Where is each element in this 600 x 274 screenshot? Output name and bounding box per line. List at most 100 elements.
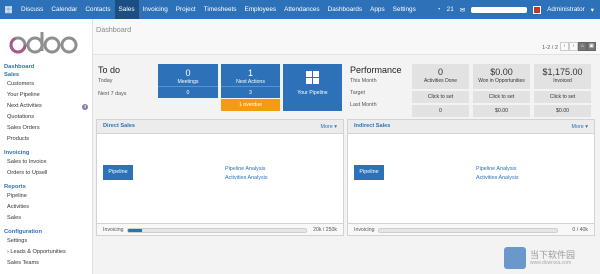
todo-next7-label: Next 7 days [98, 91, 127, 97]
nav-attendances[interactable]: Attendances [280, 0, 324, 19]
activities-last-month: 0 [412, 105, 469, 117]
nav-invoicing[interactable]: Invoicing [139, 0, 172, 19]
sidebar-item-leads-opportunities[interactable]: › Leads & Opportunities [0, 247, 92, 258]
main-content: Dashboard 1-2 / 2 ‹ › ⌂ ▣ To do Today Ne… [92, 19, 600, 274]
sidebar-sales-head: Sales [4, 72, 20, 78]
home-icon[interactable]: ⌂ [578, 42, 587, 51]
panel-title[interactable]: Indirect Sales [354, 123, 390, 129]
won-tile: $0.00 Won in Opportunities [473, 64, 530, 89]
sidebar-item-quotations[interactable]: Quotations [0, 112, 92, 123]
todo-today-label: Today [98, 78, 113, 84]
nav-sales[interactable]: Sales [114, 0, 139, 19]
sidebar-item-sales-orders[interactable]: Sales Orders [0, 123, 92, 134]
sidebar-item-settings[interactable]: Settings [0, 236, 92, 247]
invoicing-progress-bar [127, 228, 307, 233]
chat-icon[interactable]: ✉ [460, 6, 465, 14]
todo-section: To do Today Next 7 days [98, 65, 153, 97]
sidebar-item-activities[interactable]: Activities [0, 202, 92, 213]
meetings-next7[interactable]: 0 [158, 86, 218, 98]
sidebar-item-customers[interactable]: Customers [0, 79, 92, 90]
search-bar[interactable] [471, 6, 528, 13]
nav-contacts[interactable]: Contacts [81, 0, 114, 19]
count-badge: 3 [82, 103, 88, 110]
nav-discuss[interactable]: Discuss [17, 0, 47, 19]
clock-icon[interactable]: ◔ [437, 6, 441, 13]
sidebar-item-orders-to-upsell[interactable]: Orders to Upsell [0, 168, 92, 179]
invoicing-label: Invoicing [103, 227, 124, 233]
sidebar-reports-head: Reports [4, 184, 26, 190]
more-dropdown[interactable]: More ▾ [572, 124, 589, 130]
target-label: Target [350, 90, 365, 96]
last-month-label: Last Month [350, 102, 377, 108]
sidebar-dashboard[interactable]: Dashboard [0, 63, 92, 71]
sidebar-item-sales-teams[interactable]: Sales Teams [0, 258, 92, 269]
nav-employees[interactable]: Employees [240, 0, 280, 19]
performance-title: Performance [350, 65, 402, 75]
page-title: Dashboard [96, 25, 132, 34]
watermark: 当下软件园 www.downxia.com [504, 247, 596, 269]
more-dropdown[interactable]: More ▾ [321, 124, 338, 130]
panel-title[interactable]: Direct Sales [103, 123, 135, 129]
grid-menu-icon[interactable]: ▦ [0, 0, 17, 19]
sidebar-item-sales-to-invoice[interactable]: Sales to Invoice [0, 157, 92, 168]
next-actions-next7[interactable]: 3 [221, 86, 280, 98]
activities-target-button[interactable]: Click to set [412, 91, 469, 103]
control-panel: Dashboard 1-2 / 2 ‹ › ⌂ ▣ [93, 19, 600, 55]
nav-settings[interactable]: Settings [389, 0, 420, 19]
invoiced-label: Invoiced [553, 78, 572, 84]
dashboard-grid-icon [306, 71, 319, 84]
won-last-month: $0.00 [473, 105, 530, 117]
invoiced-tile: $1,175.00 Invoiced [534, 64, 591, 89]
won-target-button[interactable]: Click to set [473, 91, 530, 103]
sidebar-item-next-activities[interactable]: Next Activities 3 [0, 101, 92, 112]
nav-timesheets[interactable]: Timesheets [200, 0, 241, 19]
pager-value[interactable]: 1-2 / 2 [542, 45, 558, 51]
direct-sales-panel: Direct Sales More ▾ Pipeline Pipeline An… [96, 119, 344, 236]
pager-prev-button[interactable]: ‹ [560, 42, 569, 51]
activities-done-tile: 0 Activities Done [412, 64, 469, 89]
sidebar-item-label: Next Activities [7, 103, 42, 109]
pipeline-button[interactable]: Pipeline [103, 165, 133, 180]
pager-next-button[interactable]: › [569, 42, 578, 51]
nav-project[interactable]: Project [172, 0, 200, 19]
sidebar: Dashboard Sales Customers Your Pipeline … [0, 19, 92, 274]
user-menu[interactable]: Administrator [547, 6, 585, 13]
overdue-badge[interactable]: 1 overdue [221, 99, 280, 111]
sidebar-item-pipeline[interactable]: Pipeline [0, 191, 92, 202]
sidebar-item-label: Leads & Opportunities [10, 249, 66, 255]
activities-analysis-link[interactable]: Activities Analysis [225, 175, 268, 181]
pipeline-analysis-link[interactable]: Pipeline Analysis [225, 166, 265, 172]
sidebar-item-sales[interactable]: Sales [0, 213, 92, 224]
next-actions-count: 1 [247, 68, 253, 78]
pipeline-button[interactable]: Pipeline [354, 165, 384, 180]
nav-dashboards[interactable]: Dashboards [324, 0, 366, 19]
this-month-label: This Month [350, 78, 377, 84]
invoicing-value[interactable]: 0 / 40k [572, 227, 588, 233]
sidebar-configuration-head: Configuration [4, 229, 42, 235]
progress-fill [128, 229, 143, 232]
your-pipeline-label: Your Pipeline [297, 90, 328, 96]
camera-icon[interactable]: ▣ [587, 42, 596, 51]
chevron-down-icon: ▾ [590, 6, 594, 14]
avatar[interactable] [533, 5, 542, 14]
notification-count[interactable]: 21 [447, 6, 454, 13]
downxia-logo-icon [504, 247, 526, 269]
top-navbar: ▦ Discuss Calendar Contacts Sales Invoic… [0, 0, 600, 19]
invoicing-label: Invoicing [354, 227, 375, 233]
next-actions-tile[interactable]: 1 Next Actions 3 [221, 64, 280, 98]
sidebar-item-products[interactable]: Products [0, 134, 92, 145]
your-pipeline-tile[interactable]: Your Pipeline [283, 64, 342, 111]
invoicing-progress-bar [378, 228, 558, 233]
sidebar-item-your-pipeline[interactable]: Your Pipeline [0, 90, 92, 101]
invoiced-target-button[interactable]: Click to set [534, 91, 591, 103]
invoicing-value[interactable]: 20k / 250k [313, 227, 337, 233]
activities-analysis-link[interactable]: Activities Analysis [476, 175, 519, 181]
indirect-sales-panel: Indirect Sales More ▾ Pipeline Pipeline … [347, 119, 595, 236]
meetings-tile[interactable]: 0 Meetings 0 [158, 64, 218, 98]
odoo-logo[interactable] [9, 29, 79, 59]
nav-apps[interactable]: Apps [366, 0, 389, 19]
won-label: Won in Opportunities [478, 78, 525, 84]
nav-calendar[interactable]: Calendar [47, 0, 81, 19]
invoiced-last-month: $0.00 [534, 105, 591, 117]
pipeline-analysis-link[interactable]: Pipeline Analysis [476, 166, 516, 172]
